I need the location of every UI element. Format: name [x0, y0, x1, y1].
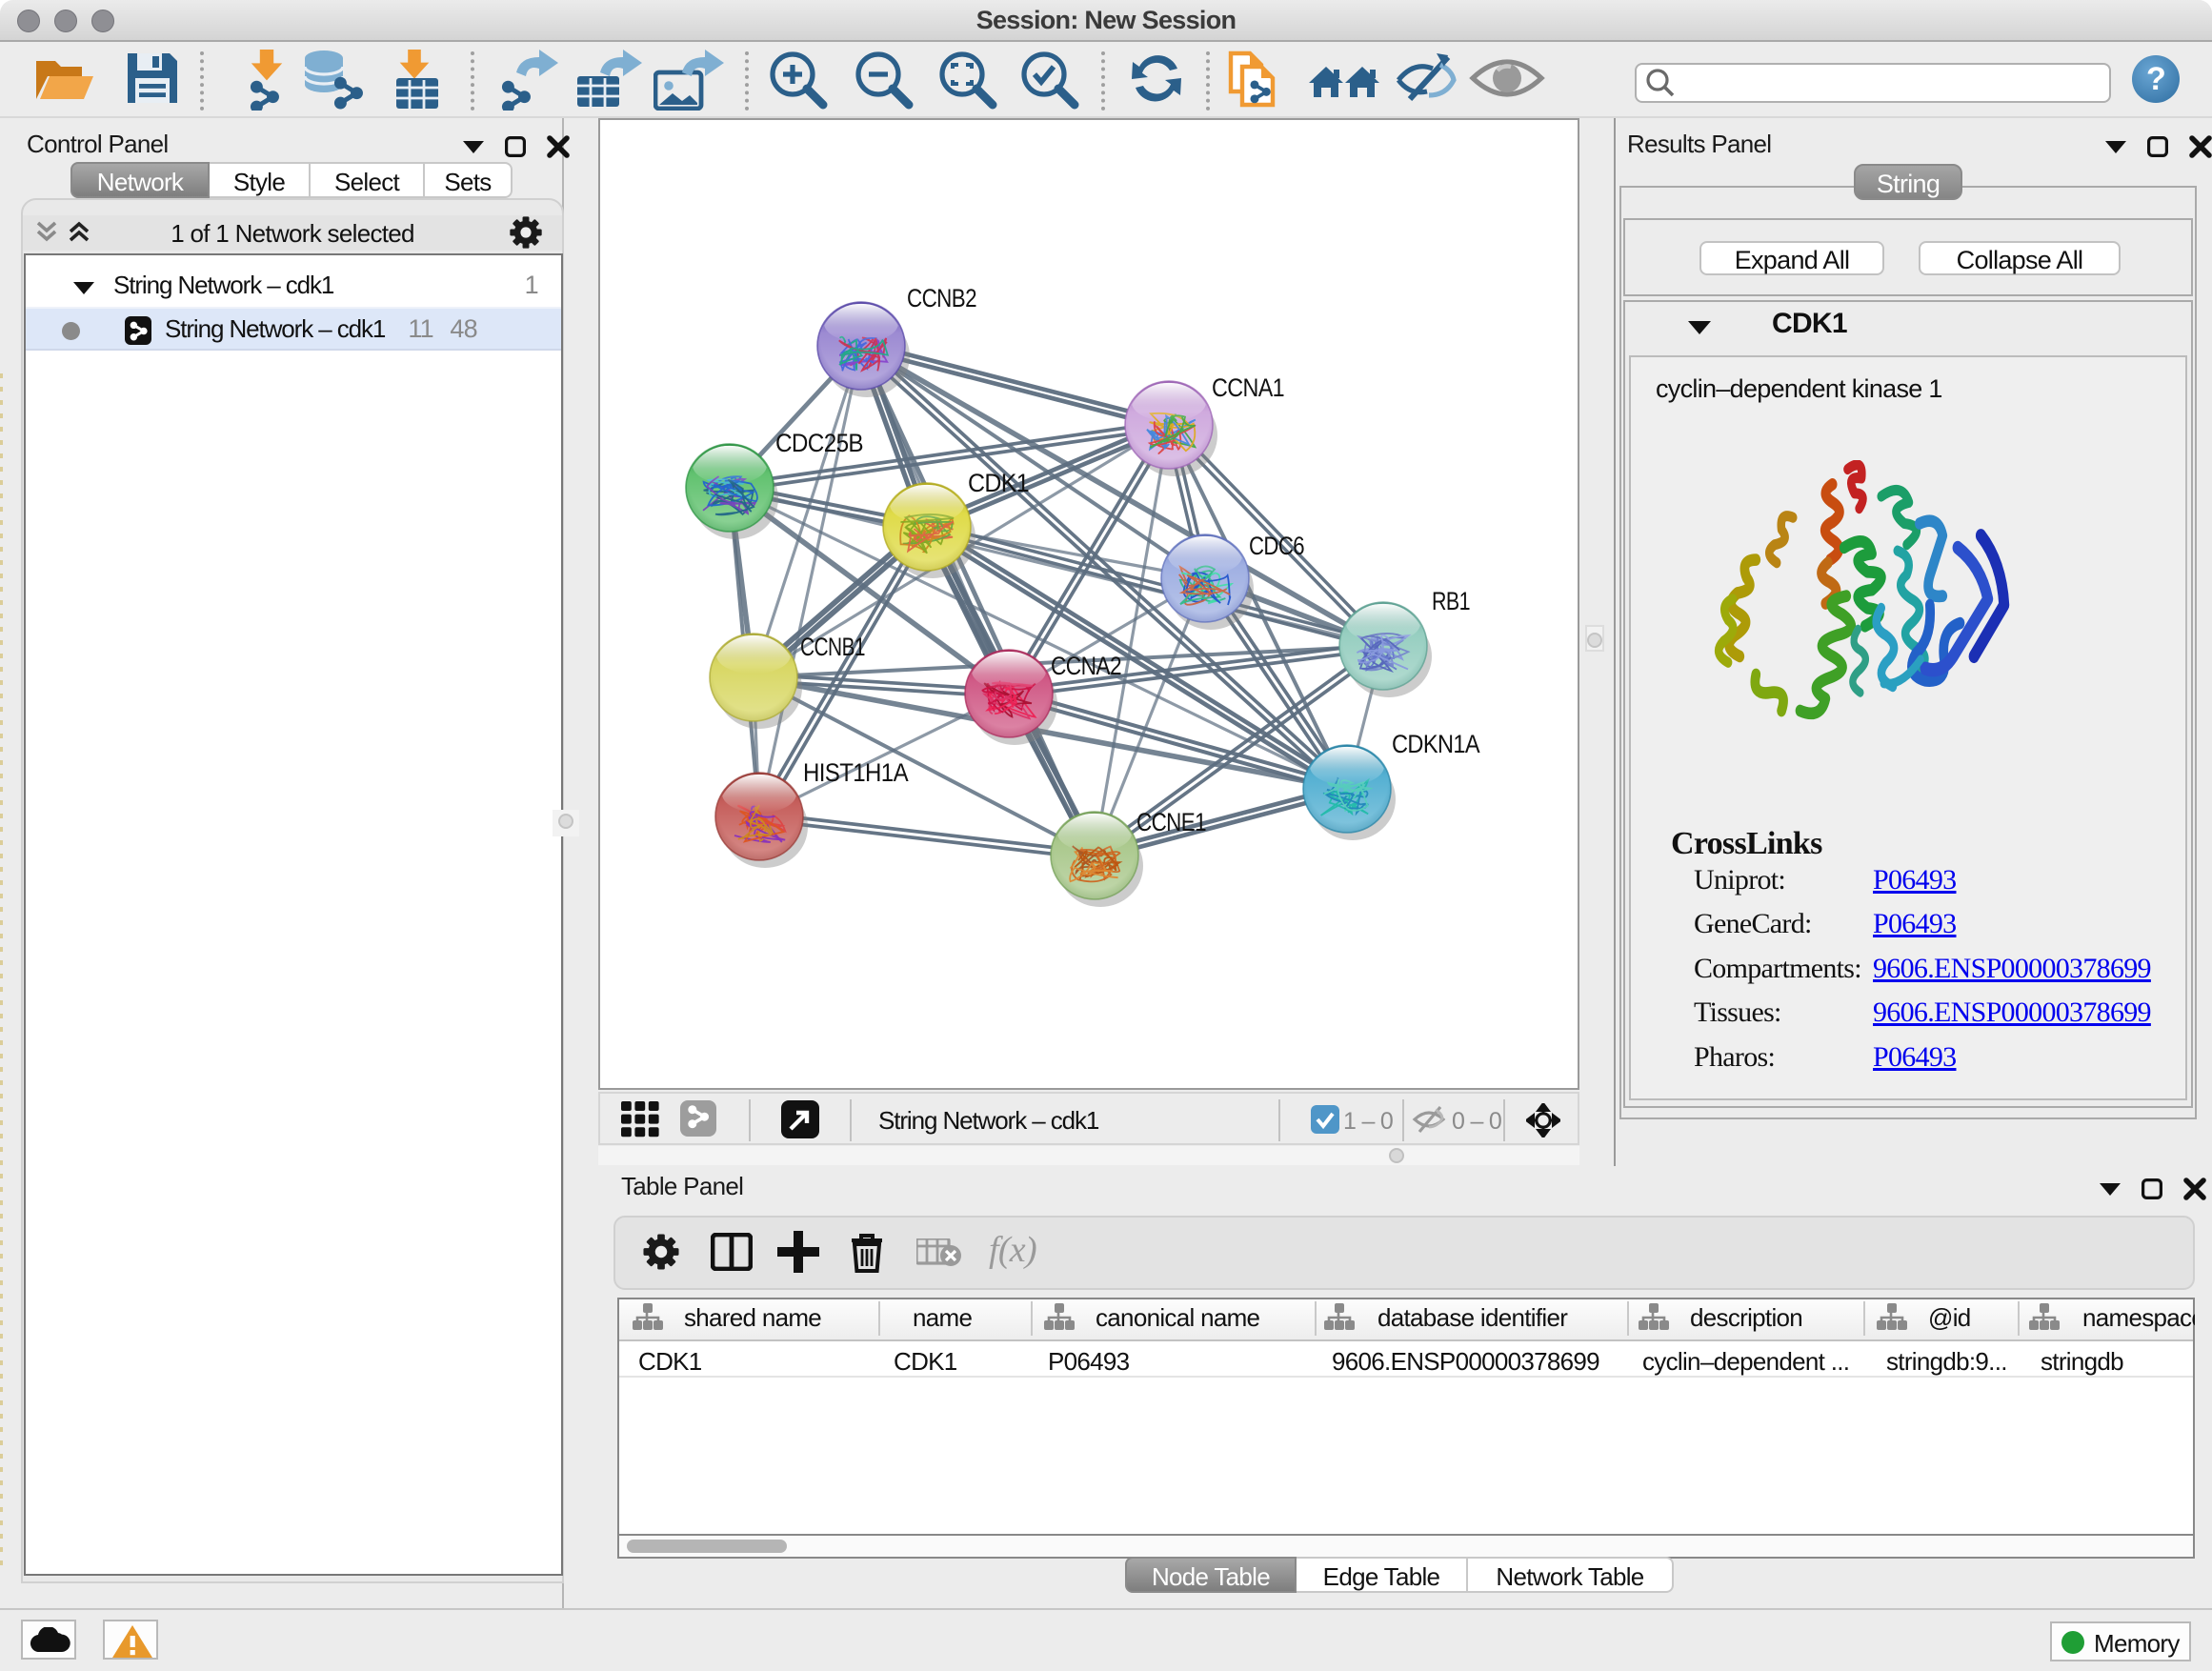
svg-text:CDK1: CDK1 [968, 469, 1029, 497]
svg-text:CDKN1A: CDKN1A [1392, 730, 1480, 758]
svg-text:CCNB1: CCNB1 [800, 633, 865, 661]
svg-text:CCNB2: CCNB2 [907, 284, 976, 312]
svg-text:CCNA2: CCNA2 [1051, 652, 1121, 680]
svg-text:CDC6: CDC6 [1249, 532, 1304, 560]
svg-text:CCNE1: CCNE1 [1136, 808, 1206, 836]
svg-text:HIST1H1A: HIST1H1A [803, 758, 909, 787]
svg-text:CDC25B: CDC25B [775, 429, 863, 457]
svg-text:CCNA1: CCNA1 [1212, 373, 1284, 402]
svg-text:RB1: RB1 [1432, 587, 1470, 615]
